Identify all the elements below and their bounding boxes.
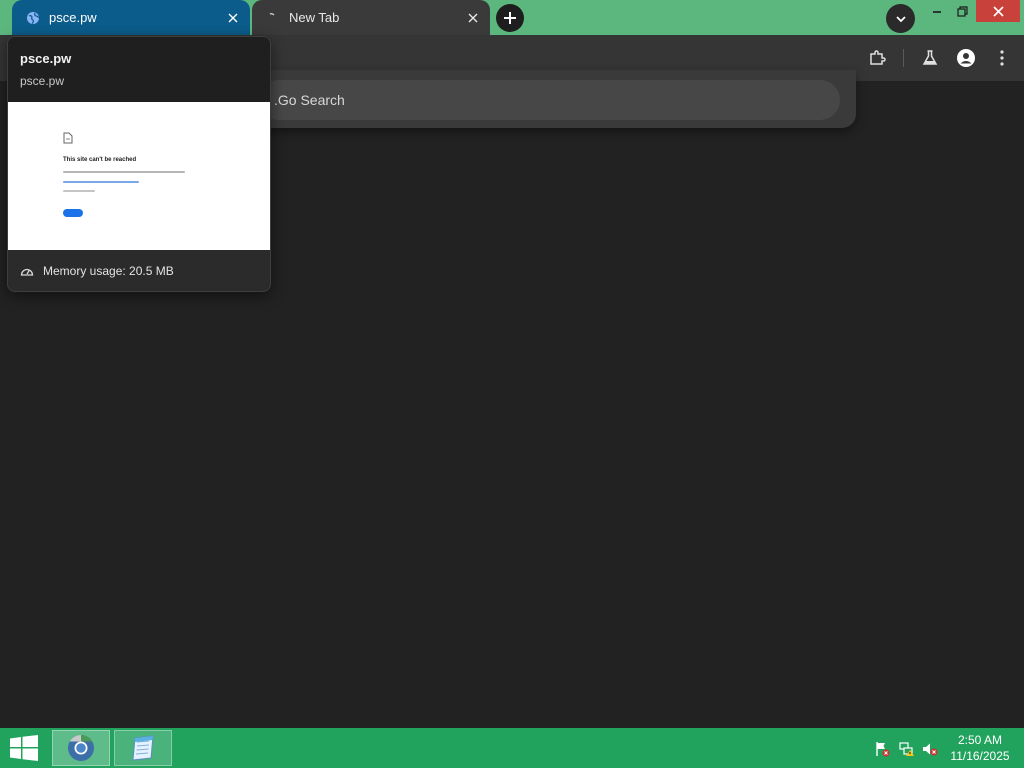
preview-heading: This site can't be reached xyxy=(63,157,137,163)
new-tab-button[interactable] xyxy=(496,4,524,32)
close-icon[interactable] xyxy=(224,9,242,27)
windows-logo-icon xyxy=(10,735,38,761)
clock-date: 11/16/2025 xyxy=(950,749,1010,763)
action-center-flag-icon[interactable] xyxy=(873,740,891,758)
globe-icon xyxy=(26,11,40,25)
taskbar-chrome-button[interactable] xyxy=(52,730,110,766)
speedometer-icon xyxy=(20,265,34,277)
taskbar-clock[interactable]: 2:50 AM 11/16/2025 xyxy=(940,732,1020,764)
preview-reload-button xyxy=(63,209,83,217)
chrome-icon xyxy=(266,11,280,25)
omnibox-popup xyxy=(258,70,856,128)
memory-usage-label: Memory usage: 20.5 MB xyxy=(43,264,174,278)
profile-avatar-icon[interactable] xyxy=(955,47,977,69)
preview-text-line xyxy=(63,190,95,192)
clock-time: 2:50 AM xyxy=(957,733,1003,747)
document-icon xyxy=(63,132,73,144)
menu-kebab-icon[interactable] xyxy=(991,47,1013,69)
restore-button[interactable] xyxy=(950,0,974,22)
close-icon[interactable] xyxy=(464,9,482,27)
plus-icon xyxy=(504,12,516,24)
tab-hover-card: psce.pw psce.pw This site can't be reach… xyxy=(7,36,271,292)
hover-card-domain: psce.pw xyxy=(20,74,65,88)
network-warning-icon[interactable] xyxy=(898,740,916,758)
chevron-down-icon xyxy=(895,15,906,22)
close-icon xyxy=(992,5,1004,17)
extensions-icon[interactable] xyxy=(866,47,888,69)
omnibox-input[interactable] xyxy=(272,80,812,120)
tab-new-tab[interactable]: New Tab xyxy=(252,0,490,35)
minimize-icon xyxy=(933,11,941,13)
hover-card-header: psce.pw psce.pw xyxy=(8,37,270,102)
tab-title: psce.pw xyxy=(49,10,97,25)
tab-preview-thumbnail: This site can't be reached xyxy=(8,102,270,250)
notepad-icon xyxy=(132,735,154,761)
hover-card-footer: Memory usage: 20.5 MB xyxy=(8,250,270,291)
chrome-icon xyxy=(68,734,94,761)
tab-psce[interactable]: psce.pw xyxy=(12,0,250,35)
restore-icon xyxy=(956,5,968,17)
labs-flask-icon[interactable] xyxy=(919,47,941,69)
preview-link-line xyxy=(63,181,139,183)
window-close-button[interactable] xyxy=(976,0,1020,22)
tab-search-button[interactable] xyxy=(886,4,915,33)
tab-title: New Tab xyxy=(289,10,340,25)
start-button[interactable] xyxy=(0,728,48,768)
omnibox[interactable] xyxy=(258,80,840,120)
volume-muted-icon[interactable] xyxy=(921,740,939,758)
preview-text-line xyxy=(63,171,185,173)
minimize-button[interactable] xyxy=(924,0,950,22)
toolbar-divider xyxy=(903,49,904,67)
hover-card-title: psce.pw xyxy=(20,51,72,66)
tab-strip: psce.pw New Tab xyxy=(0,0,1024,35)
taskbar-notepad-button[interactable] xyxy=(114,730,172,766)
taskbar: 2:50 AM 11/16/2025 xyxy=(0,728,1024,768)
